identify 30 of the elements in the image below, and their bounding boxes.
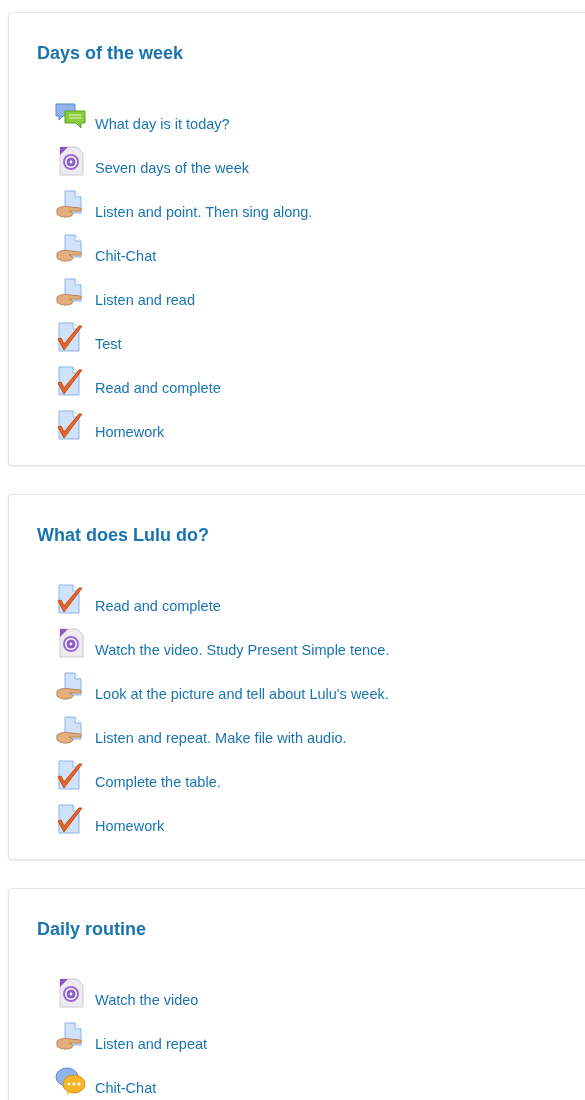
- activity-link[interactable]: Watch the video: [95, 992, 199, 1008]
- section-title: Daily routine: [37, 918, 148, 941]
- activity-link[interactable]: Listen and point. Then sing along.: [95, 204, 313, 220]
- video-file-icon: [57, 628, 85, 658]
- activity-link[interactable]: Seven days of the week: [95, 160, 249, 176]
- checked-document-icon: [56, 804, 86, 834]
- activity-link[interactable]: Read and complete: [95, 380, 221, 396]
- section-title: Days of the week: [37, 42, 185, 65]
- activity-link[interactable]: Look at the picture and tell about Lulu's week.: [95, 686, 389, 702]
- activity-link[interactable]: Homework: [95, 818, 165, 834]
- activity-link[interactable]: Listen and read: [95, 292, 195, 308]
- activity-link[interactable]: Listen and repeat: [95, 1036, 208, 1052]
- activity-link[interactable]: Listen and repeat. Make file with audio.: [95, 730, 347, 746]
- activity-link[interactable]: Test: [95, 336, 122, 352]
- video-file-icon: [57, 978, 85, 1008]
- activity-link[interactable]: Homework: [95, 424, 165, 440]
- video-file-icon: [57, 146, 85, 176]
- checked-document-icon: [56, 410, 86, 440]
- checked-document-icon: [56, 366, 86, 396]
- checked-document-icon: [56, 584, 86, 614]
- section-title: What does Lulu do?: [37, 524, 210, 547]
- activity-link[interactable]: Complete the table.: [95, 774, 221, 790]
- activity-link[interactable]: Read and complete: [95, 598, 221, 614]
- activity-link[interactable]: Chit-Chat: [95, 248, 157, 264]
- activity-link[interactable]: Chit-Chat: [95, 1080, 157, 1096]
- checked-document-icon: [56, 760, 86, 790]
- activity-link[interactable]: Watch the video. Study Present Simple tence.: [95, 642, 390, 658]
- checked-document-icon: [56, 322, 86, 352]
- chat-bubbles-icon: [55, 1066, 87, 1096]
- activity-link[interactable]: What day is it today?: [95, 116, 230, 132]
